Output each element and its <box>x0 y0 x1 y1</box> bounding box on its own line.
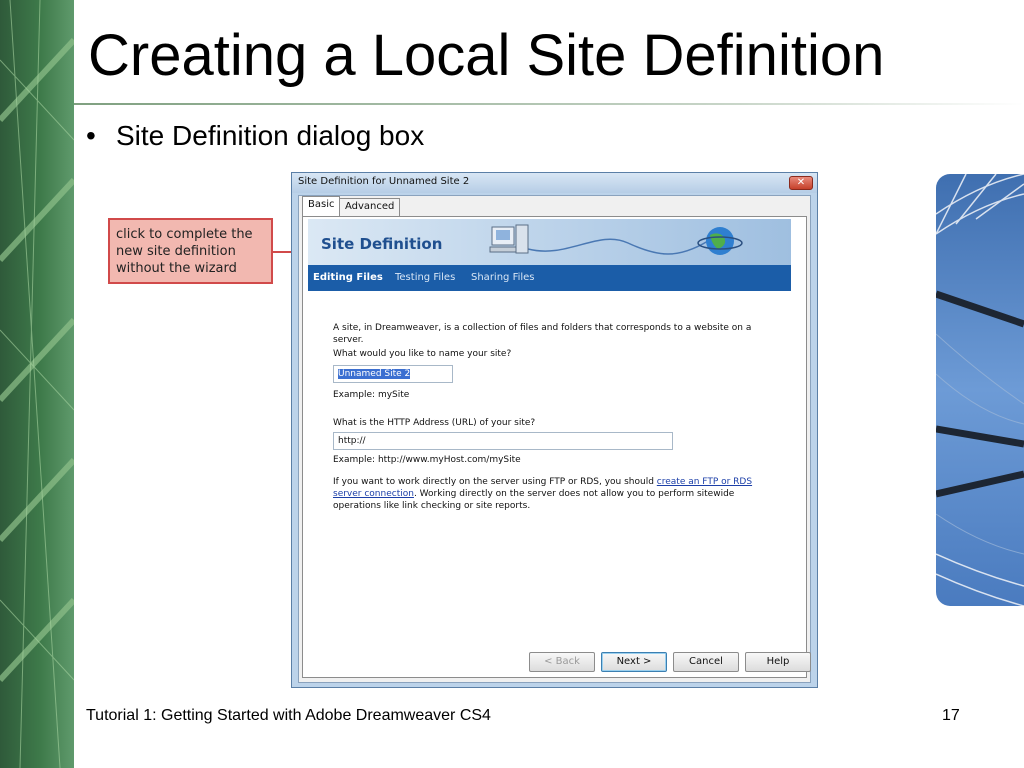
next-button[interactable]: Next > <box>601 652 667 672</box>
cancel-button[interactable]: Cancel <box>673 652 739 672</box>
site-name-example: Example: mySite <box>333 390 410 400</box>
ftp-link-part-1[interactable]: create an FTP or RDS <box>657 477 752 487</box>
subtab-testing-files[interactable]: Testing Files <box>395 272 455 283</box>
bullet-item: • Site Definition dialog box <box>86 116 424 156</box>
right-decorative-image <box>936 174 1024 606</box>
banner-title: Site Definition <box>321 235 443 253</box>
url-label: What is the HTTP Address (URL) of your s… <box>333 418 536 428</box>
site-name-input[interactable]: Unnamed Site 2 <box>333 365 453 383</box>
page-number: 17 <box>942 707 960 724</box>
dialog-title: Site Definition for Unnamed Site 2 <box>298 176 470 187</box>
ftp-info-line-2: server connection. Working directly on t… <box>333 488 773 500</box>
close-icon: ✕ <box>796 177 806 188</box>
dialog-titlebar[interactable]: Site Definition for Unnamed Site 2 ✕ <box>292 173 817 193</box>
ftp-text-before: If you want to work directly on the serv… <box>333 477 657 487</box>
callout-line-2: new site definition <box>116 244 236 259</box>
subtab-editing-files[interactable]: Editing Files <box>313 272 383 283</box>
tab-advanced[interactable]: Advanced <box>339 198 401 216</box>
slide-title: Creating a Local Site Definition <box>88 23 885 88</box>
back-button[interactable]: < Back <box>529 652 595 672</box>
site-definition-banner: Site Definition <box>308 219 791 265</box>
ftp-info-line-3: operations like link checking or site re… <box>333 501 531 511</box>
help-button[interactable]: Help <box>745 652 811 672</box>
site-definition-dialog: Site Definition for Unnamed Site 2 ✕ Bas… <box>291 172 818 688</box>
intro-line-2: server. <box>333 335 364 345</box>
bullet-text: Site Definition dialog box <box>116 120 425 151</box>
intro-text: A site, in Dreamweaver, is a collection … <box>333 322 751 346</box>
ftp-info-line-1: If you want to work directly on the serv… <box>333 476 773 488</box>
decorative-structure-graphic <box>936 174 1024 606</box>
callout-annotation: click to complete the new site definitio… <box>108 218 273 284</box>
callout-line-1: click to complete the <box>116 227 253 242</box>
basic-tab-panel: Site Definition Editing Files Testing Fi… <box>302 216 807 678</box>
url-value: http:// <box>338 436 366 446</box>
intro-line-1: A site, in Dreamweaver, is a collection … <box>333 323 752 333</box>
ftp-info-text: If you want to work directly on the serv… <box>333 476 773 512</box>
title-divider <box>74 103 1024 105</box>
callout-line-3: without the wizard <box>116 261 237 276</box>
tab-basic[interactable]: Basic <box>302 196 341 216</box>
subtab-bar: Editing Files Testing Files Sharing File… <box>308 265 791 291</box>
site-name-value: Unnamed Site 2 <box>338 369 411 379</box>
left-decorative-strip <box>0 0 74 768</box>
site-name-label: What would you like to name your site? <box>333 349 512 359</box>
url-example: Example: http://www.myHost.com/mySite <box>333 455 521 465</box>
footer-text: Tutorial 1: Getting Started with Adobe D… <box>86 707 491 724</box>
close-button[interactable]: ✕ <box>789 176 813 190</box>
url-input[interactable]: http:// <box>333 432 673 450</box>
decorative-lattice-graphic <box>0 0 74 768</box>
bullet-dot: • <box>86 120 96 151</box>
ftp-text-after: . Working directly on the server does no… <box>413 489 735 499</box>
ftp-link-part-2[interactable]: server connection <box>333 489 414 499</box>
subtab-sharing-files[interactable]: Sharing Files <box>471 272 535 283</box>
dialog-body: Basic Advanced Site Definition Editing F… <box>298 195 811 683</box>
